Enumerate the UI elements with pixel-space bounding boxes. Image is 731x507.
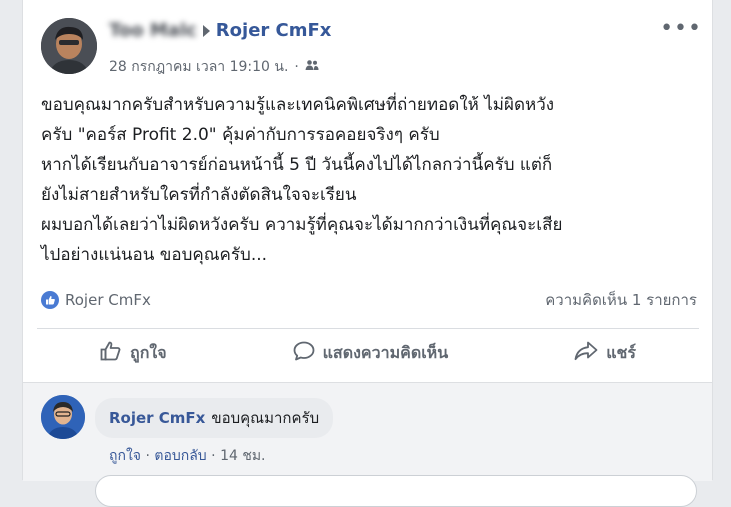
post-actions: ถูกใจ แสดงความคิดเห็น แชร์ — [37, 331, 699, 375]
meta-separator: · — [211, 448, 221, 464]
commenter-avatar[interactable] — [41, 395, 85, 439]
meta-separator: · — [294, 59, 299, 75]
thumbs-up-icon — [100, 341, 122, 365]
post-header-title: Too Malc Rojer CmFx — [109, 20, 331, 41]
comment-reply-link[interactable]: ตอบกลับ — [154, 448, 206, 464]
like-button[interactable]: ถูกใจ — [90, 335, 177, 372]
author-name[interactable]: Too Malc — [109, 20, 197, 41]
post-body: ขอบคุณมากครับสำหรับความรู้และเทคนิคพิเศษ… — [41, 90, 701, 270]
comment-meta: ถูกใจ · ตอบกลับ · 14 ชม. — [109, 445, 266, 467]
like-label: ถูกใจ — [130, 342, 167, 362]
author-avatar[interactable] — [41, 18, 97, 74]
post-text-line: ครับ "คอร์ส Profit 2.0" คุ้มค่ากับการรอค… — [41, 125, 440, 145]
post-text-line: ยังไม่สายสำหรับใครที่กำลังตัดสินใจจะเรีย… — [41, 185, 357, 205]
more-options-icon[interactable]: ••• — [660, 16, 702, 41]
comment-label: แสดงความคิดเห็น — [322, 342, 449, 362]
post-text-line: ขอบคุณมากครับสำหรับความรู้และเทคนิคพิเศษ… — [41, 95, 555, 115]
divider — [37, 328, 699, 329]
comment-text: ขอบคุณมากครับ — [211, 409, 320, 427]
reactions-bar: Rojer CmFx ความคิดเห็น 1 รายการ — [41, 288, 697, 312]
share-label: แชร์ — [606, 342, 636, 362]
post-text-line: หากได้เรียนกับอาจารย์ก่อนหน้านี้ 5 ปี วั… — [41, 155, 553, 175]
post-text-line: ไปอย่างแน่นอน ขอบคุณครับ... — [41, 245, 268, 265]
comment-like-link[interactable]: ถูกใจ — [109, 448, 141, 464]
commenter-name[interactable]: Rojer CmFx — [109, 409, 205, 427]
arrow-right-icon — [202, 25, 210, 37]
post-text-line: ผมบอกได้เลยว่าไม่ผิดหวังครับ ความรู้ที่ค… — [41, 215, 563, 235]
friends-icon[interactable] — [305, 59, 319, 75]
post-timestamp[interactable]: 28 กรกฎาคม เวลา 19:10 น. — [109, 56, 288, 78]
comment-bubble: Rojer CmFx ขอบคุณมากครับ — [95, 398, 334, 438]
comment-button[interactable]: แสดงความคิดเห็น — [283, 335, 459, 372]
share-arrow-icon — [574, 341, 598, 365]
liker-name: Rojer CmFx — [65, 290, 151, 309]
share-button[interactable]: แชร์ — [564, 335, 646, 372]
reaction-summary[interactable]: Rojer CmFx — [41, 291, 151, 310]
comment-age[interactable]: 14 ชม. — [220, 448, 265, 464]
comment-count[interactable]: ความคิดเห็น 1 รายการ — [545, 288, 697, 312]
speech-bubble-icon — [293, 341, 315, 365]
like-badge-icon — [41, 291, 59, 310]
post-card: Too Malc Rojer CmFx 28 กรกฎาคม เวลา 19:10… — [22, 0, 713, 507]
post-meta: 28 กรกฎาคม เวลา 19:10 น. · — [109, 56, 319, 78]
comments-section: Rojer CmFx ขอบคุณมากครับ ถูกใจ · ตอบกลับ … — [23, 382, 712, 507]
target-page-link[interactable]: Rojer CmFx — [216, 20, 332, 41]
